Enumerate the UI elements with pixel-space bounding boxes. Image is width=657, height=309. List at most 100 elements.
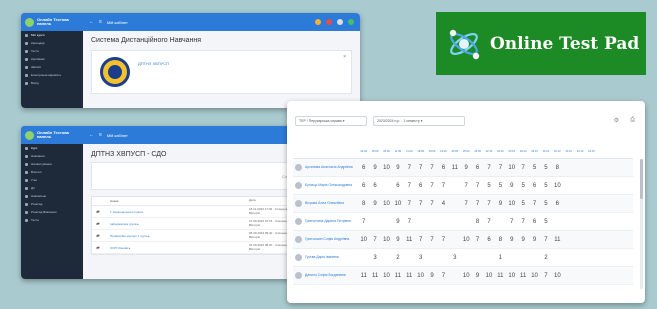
- date-column-header[interactable]: 24.10: [586, 150, 597, 153]
- course-card[interactable]: ДПТНЗ ХВПУСП ×: [91, 50, 352, 94]
- grade-cell[interactable]: 10: [483, 273, 494, 279]
- sidebar-item[interactable]: Мої курси: [21, 31, 83, 39]
- grade-cell[interactable]: 7: [483, 165, 494, 171]
- student-name[interactable]: Данило Софія Богданівна: [305, 273, 353, 277]
- grade-cell[interactable]: 5: [529, 165, 540, 171]
- date-column-header[interactable]: 03.10: [506, 150, 517, 153]
- date-column-header[interactable]: 09.10: [517, 150, 528, 153]
- course-name-link[interactable]: Г. Національна історія ▸: [110, 210, 249, 214]
- grade-cell[interactable]: 9: [529, 237, 540, 243]
- grade-cell[interactable]: 11: [552, 237, 563, 243]
- grade-cell[interactable]: 6: [415, 183, 426, 189]
- period-select[interactable]: 2023/2024 н.р. - 1 семестр ▾: [373, 116, 465, 126]
- status-icon[interactable]: [348, 19, 354, 25]
- student-name[interactable]: Архипова Анастасія Андріївна: [305, 165, 353, 169]
- notification-icon[interactable]: [315, 19, 321, 25]
- student-name[interactable]: Гринчишин Софія Андріївна: [305, 237, 353, 241]
- grade-cell[interactable]: 7: [358, 219, 369, 225]
- grade-cell[interactable]: 10: [415, 273, 426, 279]
- menu-icon[interactable]: ≡: [99, 19, 102, 25]
- grade-cell[interactable]: 7: [438, 237, 449, 243]
- grade-cell[interactable]: 10: [552, 183, 563, 189]
- date-column-header[interactable]: 25.09: [449, 150, 460, 153]
- date-column-header[interactable]: 05.09: [369, 150, 380, 153]
- grade-cell[interactable]: 6: [369, 183, 380, 189]
- grade-cell[interactable]: 5: [517, 201, 528, 207]
- grade-cell[interactable]: 6: [438, 165, 449, 171]
- date-column-header[interactable]: 06.09: [381, 150, 392, 153]
- grade-cell[interactable]: 7: [483, 219, 494, 225]
- grade-cell[interactable]: 7: [415, 165, 426, 171]
- date-column-header[interactable]: 18.09: [426, 150, 437, 153]
- course-name-link[interactable]: Професійні методи 1 група ▸: [110, 234, 249, 238]
- grade-cell[interactable]: 11: [369, 273, 380, 279]
- topbar-label[interactable]: Мій кабінет: [107, 133, 128, 138]
- sidebar-item[interactable]: Тести: [21, 47, 83, 55]
- student-name[interactable]: Бугаєць Марія Олександрівна: [305, 183, 353, 187]
- grade-cell[interactable]: 9: [517, 237, 528, 243]
- date-column-header[interactable]: 04.09: [358, 150, 369, 153]
- grade-cell[interactable]: 7: [404, 219, 415, 225]
- vertical-scrollbar[interactable]: [640, 159, 643, 289]
- grade-cell[interactable]: 7: [426, 165, 437, 171]
- grade-cell[interactable]: 2: [392, 255, 403, 261]
- sidebar-item[interactable]: Курс: [21, 144, 83, 152]
- sidebar-item[interactable]: Календар: [21, 39, 83, 47]
- grade-cell[interactable]: 4: [438, 201, 449, 207]
- grade-cell[interactable]: 9: [495, 201, 506, 207]
- grade-cell[interactable]: 7: [438, 183, 449, 189]
- student-name[interactable]: Гринчичина Дарина Петрівна: [305, 219, 353, 223]
- sidebar-item[interactable]: Навчання: [21, 152, 83, 160]
- grade-cell[interactable]: 3: [449, 255, 460, 261]
- grade-cell[interactable]: 6: [358, 165, 369, 171]
- grade-cell[interactable]: 6: [529, 219, 540, 225]
- sidebar-item[interactable]: Записи: [21, 63, 83, 71]
- date-column-header[interactable]: 16.10: [552, 150, 563, 153]
- table-row[interactable]: ▰ ООП Основи ▸ 01.09.2023 08:00 · Створено…: [92, 242, 308, 254]
- date-column-header[interactable]: 11.09: [404, 150, 415, 153]
- grade-cell[interactable]: 6: [529, 183, 540, 189]
- sidebar-item[interactable]: Учні: [21, 176, 83, 184]
- brand[interactable]: Онлайн Тестова панель: [21, 13, 83, 31]
- student-cell[interactable]: Бугаєць Марія Олександрівна: [293, 182, 358, 189]
- sidebar-item[interactable]: Вихід: [21, 79, 83, 87]
- grade-cell[interactable]: 7: [404, 201, 415, 207]
- grade-cell[interactable]: 6: [472, 165, 483, 171]
- date-column-header[interactable]: 16.10: [540, 150, 551, 153]
- sidebar-item[interactable]: Навчальне: [21, 192, 83, 200]
- grade-cell[interactable]: 5: [540, 219, 551, 225]
- course-link[interactable]: ДПТНЗ ХВПУСП: [138, 61, 169, 66]
- grade-cell[interactable]: 9: [506, 237, 517, 243]
- grade-cell[interactable]: 7: [426, 201, 437, 207]
- grade-cell[interactable]: 5: [540, 165, 551, 171]
- grade-cell[interactable]: 7: [415, 237, 426, 243]
- grade-cell[interactable]: 9: [392, 165, 403, 171]
- grade-cell[interactable]: 10: [461, 237, 472, 243]
- date-column-header[interactable]: 18.09: [415, 150, 426, 153]
- menu-icon[interactable]: ≡: [99, 132, 102, 138]
- grade-cell[interactable]: 7: [438, 273, 449, 279]
- grade-cell[interactable]: 11: [449, 165, 460, 171]
- date-column-header[interactable]: 23.10: [563, 150, 574, 153]
- date-column-header[interactable]: 02.10: [495, 150, 506, 153]
- grade-cell[interactable]: 11: [517, 273, 528, 279]
- grade-cell[interactable]: 8: [472, 219, 483, 225]
- grade-cell[interactable]: 5: [483, 183, 494, 189]
- grade-cell[interactable]: 9: [392, 219, 403, 225]
- grade-cell[interactable]: 7: [529, 201, 540, 207]
- course-name-link[interactable]: ООП Основи ▸: [110, 246, 249, 250]
- topbar-label[interactable]: Мій кабінет: [107, 20, 128, 25]
- course-name-link[interactable]: Інформатика група ▸: [110, 222, 249, 226]
- grade-cell[interactable]: 11: [495, 273, 506, 279]
- table-row[interactable]: ▰ Інформатика група ▸ 12.09.2023 10:15 · С…: [92, 218, 308, 230]
- back-arrow-icon[interactable]: ←: [89, 132, 94, 138]
- grade-cell[interactable]: 9: [369, 165, 380, 171]
- grade-cell[interactable]: 9: [392, 237, 403, 243]
- date-column-header[interactable]: 25.09: [461, 150, 472, 153]
- sidebar-item[interactable]: Дії: [21, 184, 83, 192]
- brand[interactable]: Онлайн Тестова панель: [21, 126, 83, 144]
- grade-cell[interactable]: 6: [392, 183, 403, 189]
- date-column-header[interactable]: 11.09: [392, 150, 403, 153]
- message-icon[interactable]: [326, 19, 332, 25]
- user-icon[interactable]: [337, 19, 343, 25]
